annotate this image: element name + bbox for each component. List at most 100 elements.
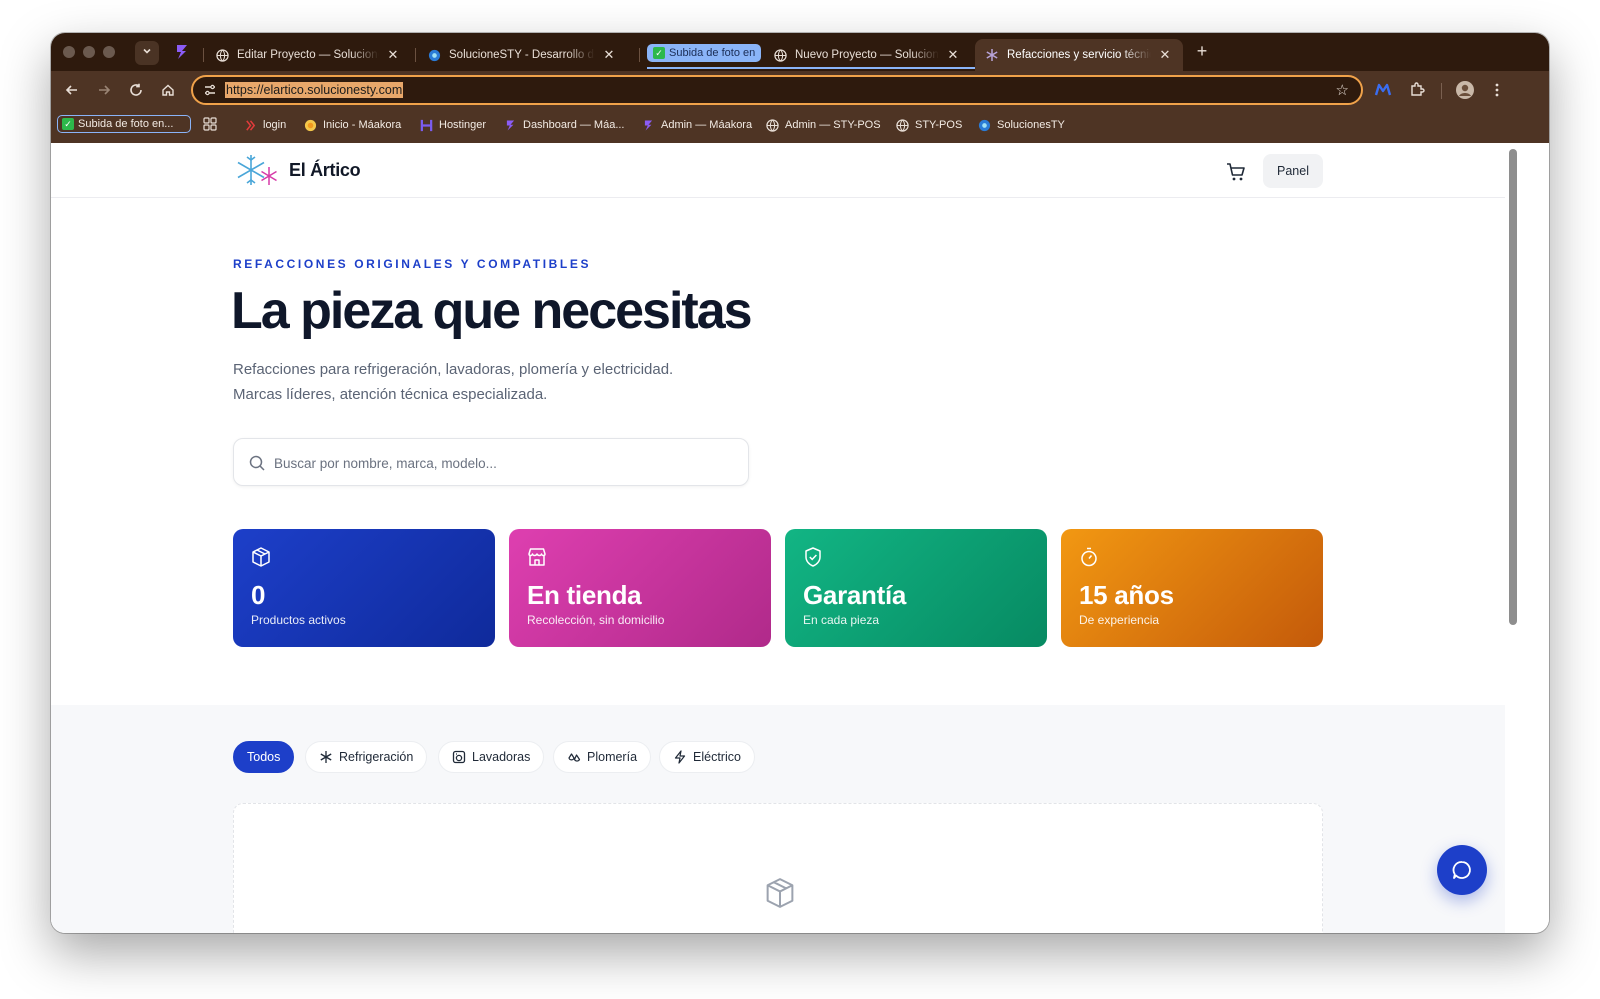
bookmark-hostinger[interactable]: Hostinger [419,118,486,132]
bookmark-sty-pos[interactable]: STY-POS [895,118,962,132]
new-tab-button[interactable]: + [1191,41,1213,62]
bookmark-dashboard-maakora[interactable]: Dashboard — Máa... [503,118,625,132]
box-icon [252,547,270,567]
bookmark-inicio-maakora[interactable]: Inicio - Máakora [303,118,401,132]
bookmark-admin-sty-pos[interactable]: Admin — STY-POS [765,118,881,132]
box-icon [766,878,794,908]
check-icon: ✓ [62,118,74,130]
bookmark-admin-maakora[interactable]: Admin — Máakora [641,118,752,132]
bookmark-label: SolucionesTY [997,119,1065,131]
hero-subtitle-line: Refacciones para refrigeración, lavadora… [233,361,674,378]
globe-icon [895,118,909,132]
stat-label: En cada pieza [803,613,880,627]
apps-grid-icon[interactable] [203,117,217,131]
scrollbar-thumb[interactable] [1509,149,1517,625]
bookmark-solucionesty[interactable]: SolucionesTY [977,118,1065,132]
tab-title: Editar Proyecto — SolucionesSTY [237,49,379,61]
shield-check-icon [805,547,821,567]
chevron-down-icon [143,48,151,54]
search-input[interactable] [274,449,734,477]
stat-value: En tienda [527,580,642,610]
bookmarks-bar: ✓ Subida de foto en... login Inicio - Má… [51,109,1549,143]
store-icon [528,548,546,566]
login-brand-icon [245,119,255,131]
reload-button[interactable] [125,79,147,101]
browser-toolbar: https://elartico.solucionesty.com ☆ [51,71,1549,109]
stat-card-store: En tienda Recolección, sin domicilio [509,529,771,647]
filter-label: Plomería [587,750,638,764]
tab-solucionesty[interactable]: SolucioneSTY - Desarrollo de software ✕ [417,39,627,71]
bookmark-login[interactable]: login [243,118,286,132]
minimize-window-button[interactable] [83,46,95,58]
close-tab-icon[interactable]: ✕ [945,47,961,63]
home-icon [162,84,174,96]
washer-icon [452,750,466,764]
filter-chip-todos[interactable]: Todos [233,741,295,773]
bookmark-label: Dashboard — Máa... [523,119,625,131]
snowflake-logo-icon[interactable] [233,153,283,187]
stat-card-experience: 15 años De experiencia [1061,529,1323,647]
bookmark-label: Admin — Máakora [661,119,753,131]
tab-group-chip[interactable]: ✓ Subida de foto en [647,44,762,62]
bolt-brand-icon[interactable] [173,43,191,61]
filter-label: Refrigeración [339,750,414,764]
tab-group-label: Subida de foto en [669,47,756,59]
filter-chip-lavadoras[interactable]: Lavadoras [438,741,545,773]
filter-chip-refrigeracion[interactable]: Refrigeración [305,741,428,773]
bolt-brand-icon [506,119,514,131]
hero-subtitle: Refacciones para refrigeración, lavadora… [233,357,673,407]
snowflake-icon [320,751,332,763]
maakora-brand-icon [304,119,316,131]
forward-button[interactable] [93,79,115,101]
stat-value: 0 [251,580,266,610]
extension-m-icon[interactable] [1373,80,1393,100]
stat-label: Productos activos [251,613,346,627]
timer-icon [1081,547,1097,567]
hero-subtitle-line: Marcas líderes, atención técnica especia… [233,386,548,403]
panel-button[interactable]: Panel [1263,154,1323,188]
bookmark-group-label: Subida de foto en... [78,117,174,130]
bookmark-label: login [263,119,287,131]
arrow-right-icon [99,85,111,95]
tab-title: Nuevo Proyecto — SolucionesSTY [795,49,939,61]
cart-icon[interactable] [1225,161,1247,183]
address-url[interactable]: https://elartico.solucionesty.com [225,82,404,98]
filter-chip-plomeria[interactable]: Plomería [553,741,652,773]
stat-card-warranty: Garantía En cada pieza [785,529,1047,647]
back-button[interactable] [61,79,83,101]
brand-name[interactable]: El Ártico [289,160,361,181]
bolt-icon [674,750,686,764]
tab-editar-proyecto[interactable]: Editar Proyecto — SolucionesSTY ✕ [205,39,411,71]
address-bar[interactable]: https://elartico.solucionesty.com ☆ [191,75,1363,105]
close-tab-icon[interactable]: ✕ [385,47,401,63]
globe-icon [215,48,229,62]
bookmark-star-icon[interactable]: ☆ [1336,81,1349,99]
tab-bar: Editar Proyecto — SolucionesSTY ✕ Soluci… [51,33,1549,71]
close-tab-icon[interactable]: ✕ [601,47,617,63]
maximize-window-button[interactable] [103,46,115,58]
chat-bubble-icon [1452,861,1471,879]
site-settings-icon[interactable] [203,83,217,97]
bookmark-group-chip[interactable]: ✓ Subida de foto en... [57,115,191,133]
stat-label: De experiencia [1079,613,1160,627]
extensions-puzzle-icon[interactable] [1407,80,1427,100]
more-menu-icon[interactable] [1487,80,1507,100]
close-window-button[interactable] [63,46,75,58]
tab-refacciones-active[interactable]: Refacciones y servicio técnico ✕ [975,39,1183,71]
search-bar [233,438,749,486]
close-tab-icon[interactable]: ✕ [1157,47,1173,63]
hero-title: La pieza que necesitas [231,282,753,340]
stat-label: Recolección, sin domicilio [527,613,665,627]
filter-label: Lavadoras [472,750,531,764]
check-icon: ✓ [653,47,665,59]
tab-nuevo-proyecto[interactable]: Nuevo Proyecto — SolucionesSTY ✕ [763,39,971,71]
tab-title: SolucioneSTY - Desarrollo de software [449,49,595,61]
home-button[interactable] [157,79,179,101]
products-empty-state [233,803,1323,933]
filter-chip-electrico[interactable]: Eléctrico [659,741,755,773]
droplets-icon [568,753,581,762]
profile-avatar-icon[interactable] [1455,80,1475,100]
tab-search-button[interactable] [135,41,159,65]
site-header: El Ártico Panel [51,143,1505,198]
chat-button[interactable] [1437,845,1487,895]
